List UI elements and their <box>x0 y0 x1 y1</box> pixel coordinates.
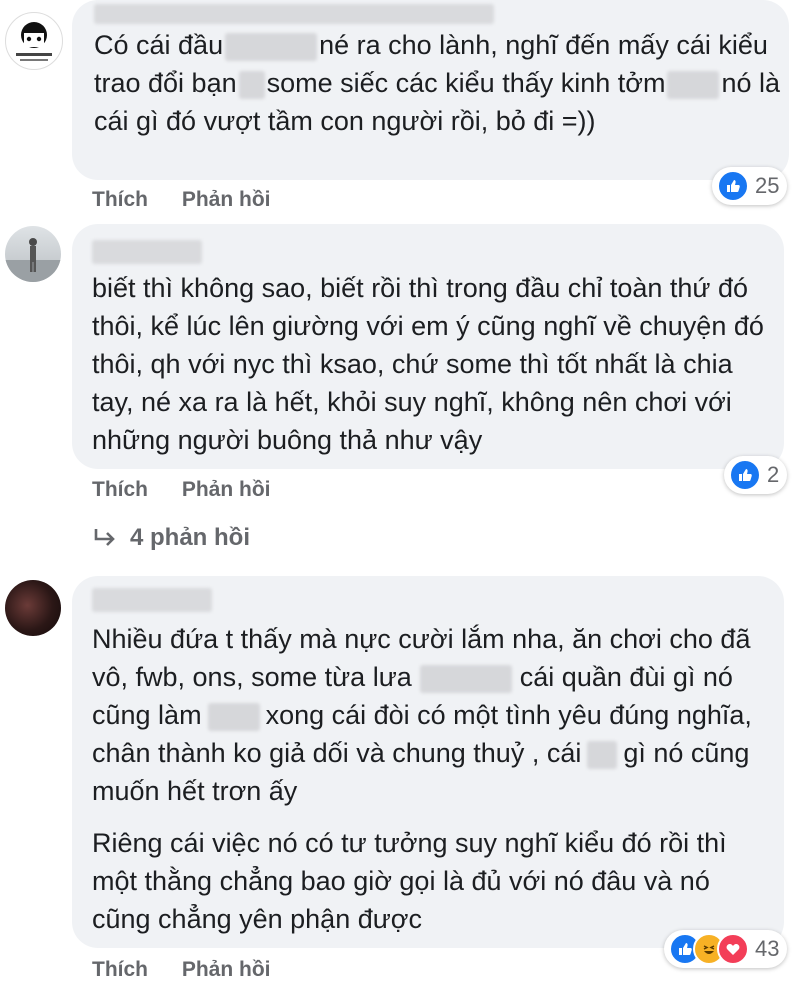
comment-line: thôi, kể lúc lên giường với em ý cũng ng… <box>92 311 764 341</box>
reply-arrow-icon <box>94 529 115 546</box>
love-icon <box>717 933 749 965</box>
comment-line: tay, né xa ra là hết, khỏi suy nghĩ, khô… <box>92 387 732 417</box>
comment-line: biết thì không sao, biết rồi thì trong đ… <box>92 273 749 303</box>
redacted-word <box>225 32 318 61</box>
reaction-summary[interactable]: 25 <box>712 167 788 205</box>
comment-line: Nhiều đứa t thấy mà nực cười lắm nha, ăn… <box>92 624 751 654</box>
avatar-person-icon <box>5 238 61 282</box>
comment-line: vô, fwb, ons, some từa lưa cái quần đùi g… <box>92 662 733 693</box>
reaction-count: 2 <box>767 462 780 487</box>
comment-line: muốn hết trơn ấy <box>92 776 298 806</box>
avatar-cartoon-icon <box>16 22 52 61</box>
commenter-name-redacted[interactable] <box>94 4 494 24</box>
reply-button[interactable]: Phản hồi <box>182 188 271 211</box>
reply-button[interactable]: Phản hồi <box>182 478 271 501</box>
comment-line: Riêng cái việc nó có tư tưởng suy nghĩ k… <box>92 828 727 858</box>
comment-text: Có cái đầu né ra cho lành, nghĩ đến mấy c… <box>94 26 780 140</box>
redacted-word <box>419 664 512 693</box>
reaction-count: 25 <box>755 173 780 198</box>
like-button[interactable]: Thích <box>92 958 148 981</box>
redacted-word <box>207 702 260 731</box>
comment-line: một thằng chẳng bao giờ gọi là đủ với nó… <box>92 866 710 896</box>
like-icon <box>717 170 749 202</box>
redacted-word <box>238 70 265 99</box>
like-button[interactable]: Thích <box>92 478 148 501</box>
avatar[interactable] <box>5 12 63 70</box>
comment-line: cũng chẳng yên phận được <box>92 904 423 934</box>
comment-line: Có cái đầu né ra cho lành, nghĩ đến mấy c… <box>94 30 768 61</box>
reaction-summary[interactable]: 43 <box>664 930 788 968</box>
view-replies-link[interactable]: 4 phản hồi <box>92 524 250 552</box>
comment-line: những người buông thả như vậy <box>92 425 483 455</box>
comment-actions: Thích Phản hồi <box>92 478 271 502</box>
comment-text: biết thì không sao, biết rồi thì trong đ… <box>92 269 764 459</box>
reaction-count: 43 <box>755 936 780 961</box>
avatar[interactable] <box>5 580 61 636</box>
comment-actions: Thích Phản hồi <box>92 188 271 212</box>
comment-line: thôi, qh với nyc thì ksao, chứ some thì … <box>92 349 733 379</box>
comment-line: cũng làm xong cái đòi có một tình yêu đún… <box>92 700 752 731</box>
comment-bubble: biết thì không sao, biết rồi thì trong đ… <box>72 224 784 469</box>
redacted-word <box>587 740 618 769</box>
comment-line: cái gì đó vượt tầm con người rồi, bỏ đi … <box>94 106 596 136</box>
reaction-summary[interactable]: 2 <box>724 456 788 494</box>
comment-line: chân thành ko giả dối và chung thuỷ , cá… <box>92 738 750 769</box>
replies-count-label: 4 phản hồi <box>130 524 250 551</box>
comment-line: trao đổi bạn some siếc các kiểu thấy kinh… <box>94 68 781 99</box>
comment-bubble: Nhiều đứa t thấy mà nực cười lắm nha, ăn… <box>72 576 784 948</box>
reply-button[interactable]: Phản hồi <box>182 958 271 981</box>
commenter-name-redacted[interactable] <box>92 240 202 264</box>
comment-actions: Thích Phản hồi <box>92 958 271 982</box>
comment-bubble: Có cái đầu né ra cho lành, nghĩ đến mấy c… <box>72 0 789 180</box>
commenter-name-redacted[interactable] <box>92 588 212 612</box>
comment-text: Nhiều đứa t thấy mà nực cười lắm nha, ăn… <box>92 620 752 938</box>
avatar[interactable] <box>5 226 61 282</box>
like-icon <box>729 459 761 491</box>
like-button[interactable]: Thích <box>92 188 148 211</box>
redacted-word <box>667 70 720 99</box>
